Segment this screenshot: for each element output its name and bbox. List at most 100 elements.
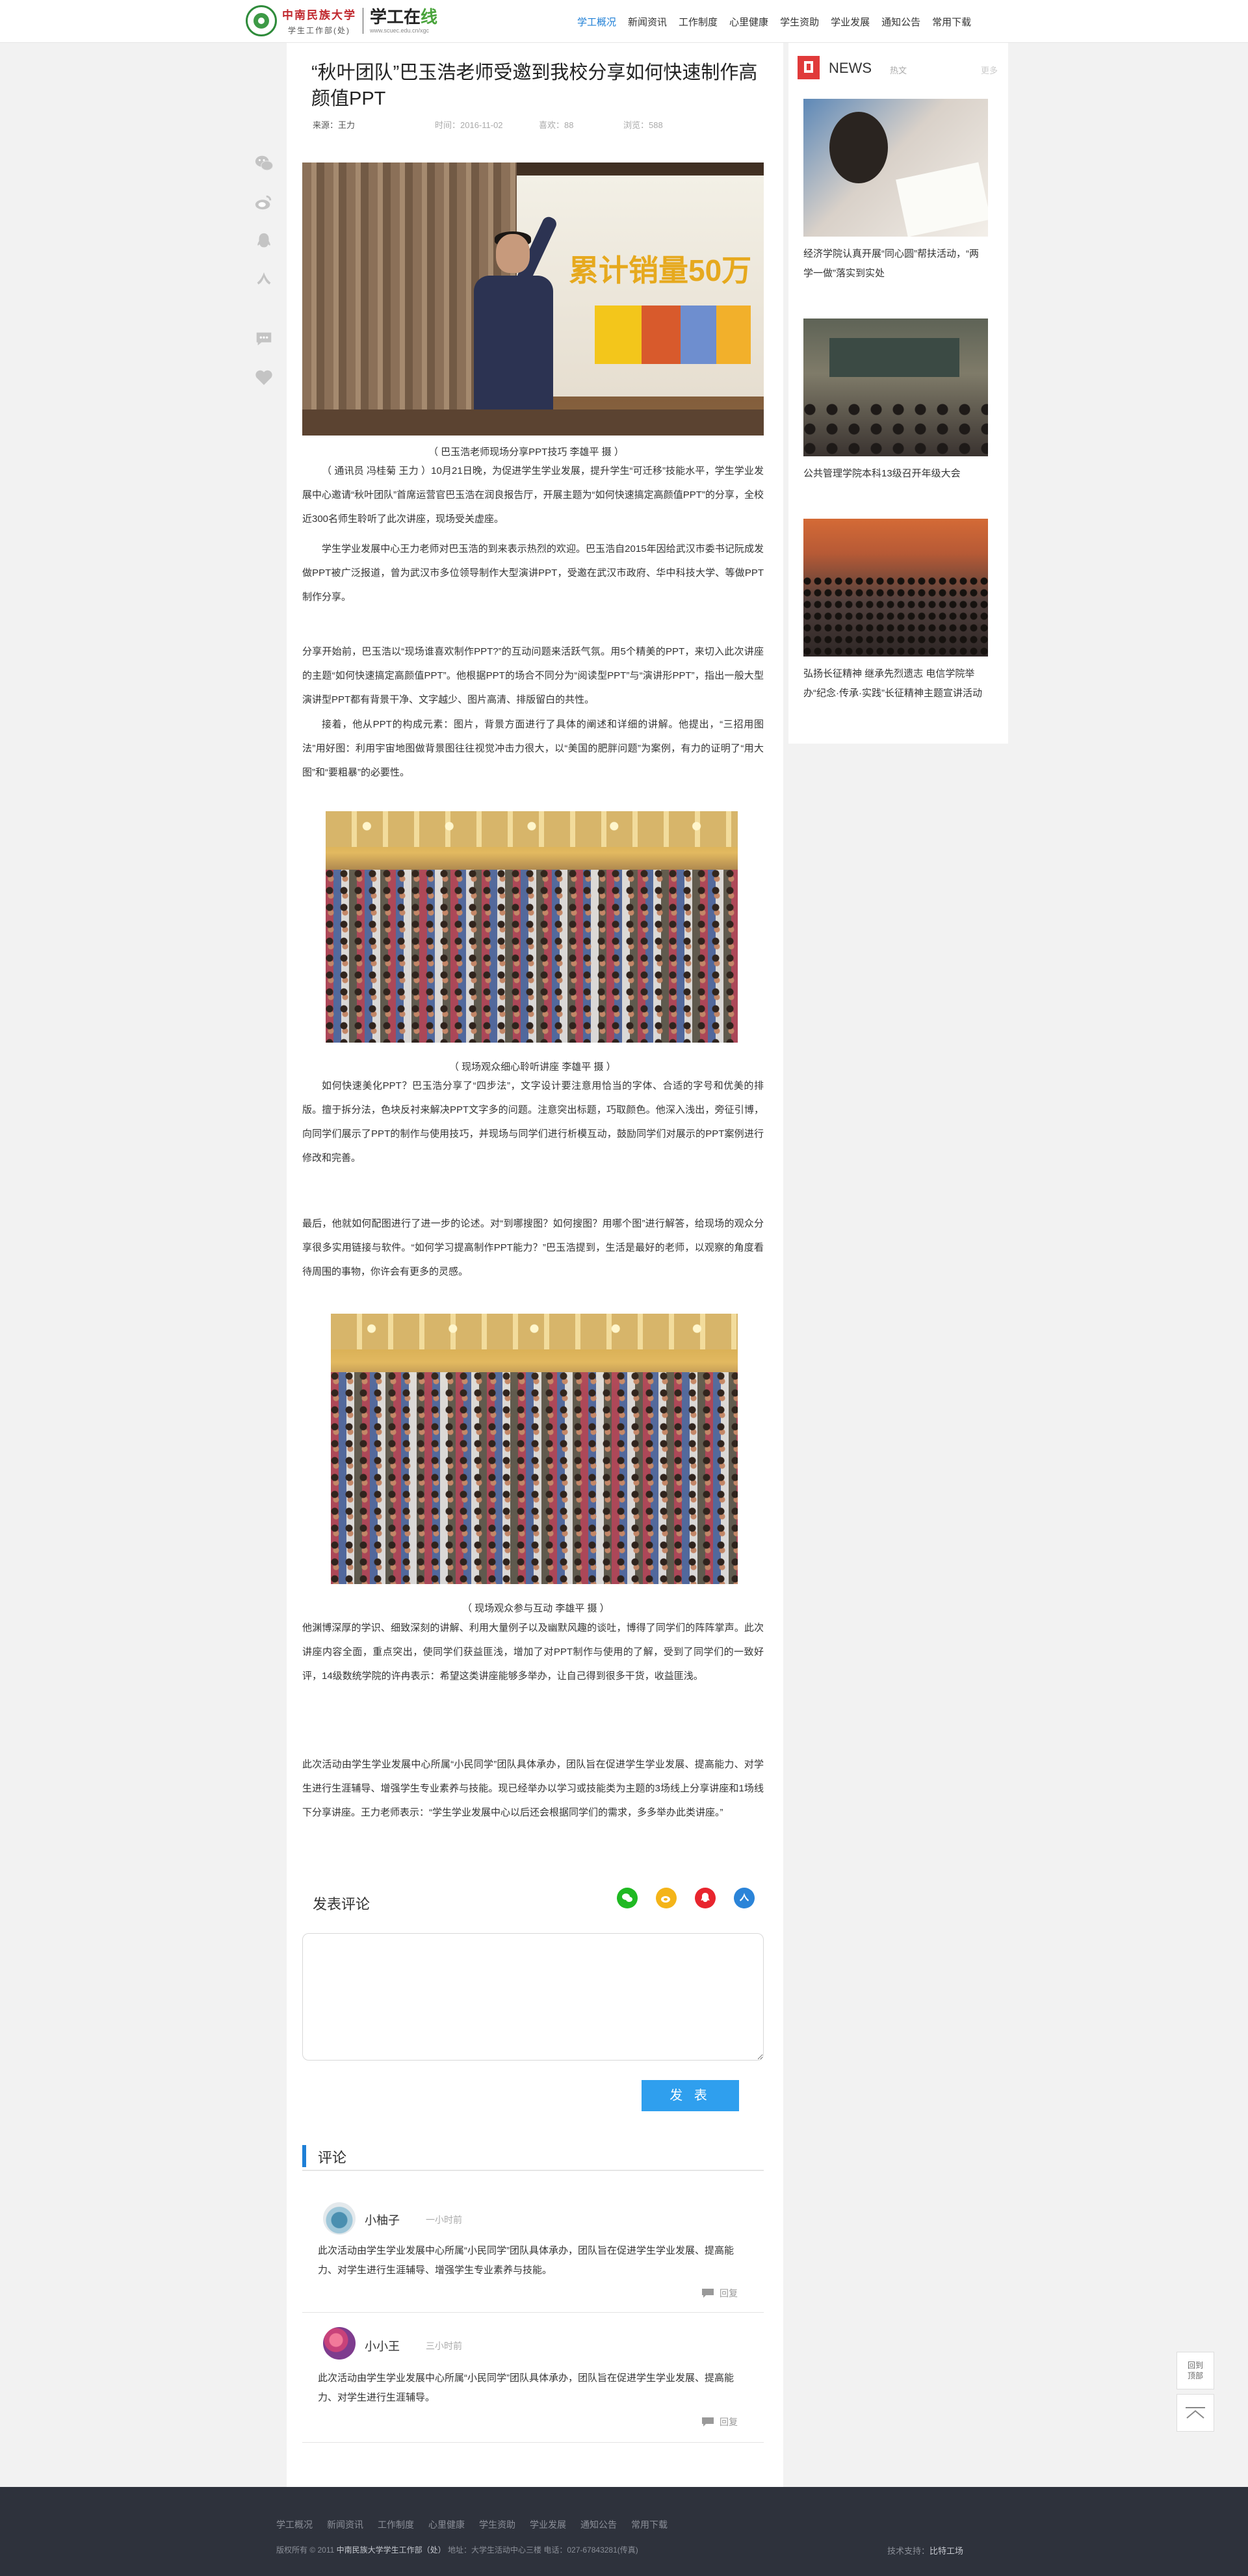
comment-textarea[interactable]: [302, 1933, 764, 2061]
audience-crowd: [331, 1372, 738, 1584]
arrow-up-icon: [1186, 2407, 1205, 2419]
sidebar-subtitle: 热文: [890, 66, 907, 75]
back-to-top-button[interactable]: [1176, 2394, 1214, 2432]
heart-icon[interactable]: [248, 361, 280, 394]
sidebar-title: NEWS: [829, 60, 872, 76]
site-footer: 学工概况 新闻资讯 工作制度 心里健康 学生资助 学业发展 通知公告 常用下载 …: [0, 2487, 1248, 2576]
footer-nav-aid[interactable]: 学生资助: [479, 2518, 515, 2531]
comment-form-heading: 发表评论: [313, 1896, 370, 1912]
footer-nav-downloads[interactable]: 常用下载: [631, 2518, 668, 2531]
nav-item-notices[interactable]: 通知公告: [881, 15, 920, 29]
university-name: 中南民族大学: [282, 9, 356, 22]
reply-icon: [702, 2417, 714, 2426]
audience-photo-2: [331, 1314, 738, 1584]
weibo-icon[interactable]: [248, 186, 280, 218]
speaker-figure: [465, 215, 562, 436]
nav-item-rules[interactable]: 工作制度: [679, 15, 718, 29]
footer-nav-overview[interactable]: 学工概况: [276, 2518, 313, 2531]
renren-icon[interactable]: [248, 264, 280, 296]
nav-item-development[interactable]: 学业发展: [831, 15, 870, 29]
article-container: “秋叶团队”巴玉浩老师受邀到我校分享如何快速制作高颜值PPT 来源：王力 时间：…: [287, 43, 783, 2487]
nav-item-overview[interactable]: 学工概况: [577, 15, 616, 29]
article-title: “秋叶团队”巴玉浩老师受邀到我校分享如何快速制作高颜值PPT: [311, 62, 758, 109]
wechat-icon[interactable]: [248, 147, 280, 179]
submit-comment-button[interactable]: 发 表: [642, 2080, 739, 2111]
screen-headline: 累计销量50万: [569, 254, 752, 287]
news-caption: 弘扬长征精神 继承先烈遗志 电信学院举办“纪念·传承·实践”长征精神主题宣讲活动: [803, 668, 982, 699]
sidebar-header: NEWS 热文 更多: [798, 56, 999, 79]
comments-heading: 评论: [318, 2150, 347, 2166]
footer-nav-news[interactable]: 新闻资讯: [327, 2518, 363, 2531]
footer-tech-support: 技术支持：比特工场: [887, 2544, 963, 2556]
reply-button[interactable]: 回复: [701, 2415, 738, 2428]
footer-nav: 学工概况 新闻资讯 工作制度 心里健康 学生资助 学业发展 通知公告 常用下载: [276, 2518, 682, 2531]
speaker-photo: 累计销量50万: [302, 163, 764, 436]
sidebar-news-item[interactable]: 弘扬长征精神 继承先烈遗志 电信学院举办“纪念·传承·实践”长征精神主题宣讲活动: [803, 519, 988, 703]
university-name-block: 中南民族大学 学生工作部(处): [282, 6, 356, 36]
footer-copyright: 版权所有 © 2011 中南民族大学学生工作部（处） 地址：大学生活动中心三楼 …: [276, 2544, 638, 2555]
sidebar-more-link[interactable]: 更多: [981, 64, 998, 76]
comment-author[interactable]: 小小王: [365, 2337, 400, 2354]
comment-time: 一小时前: [426, 2215, 462, 2225]
paragraph-6: 最后，他就如何配图进行了进一步的论述。对“到哪搜图？如何搜图？用哪个图”进行解答…: [302, 1218, 764, 1277]
article-source: 来源：王力: [313, 120, 356, 130]
wechat-share-icon[interactable]: [617, 1888, 638, 1908]
sidebar-news-item[interactable]: 公共管理学院本科13级召开年级大会: [803, 319, 988, 484]
avatar[interactable]: [323, 2327, 356, 2360]
comment-author[interactable]: 小柚子: [365, 2211, 400, 2228]
paragraph-1: （ 通讯员 冯桂菊 王力 ）10月21日晚，为促进学生学业发展，提升学生“可迁移…: [302, 465, 764, 525]
top-header: 中南民族大学 学生工作部(处) 学工在线 www.scuec.edu.cn/xg…: [0, 0, 1248, 43]
copyright-address: 地址：大学生活动中心三楼 电话：027-67843281(传真): [448, 2545, 638, 2555]
comments-heading-bar: 评论: [302, 2141, 764, 2171]
university-seal-icon: [246, 5, 277, 36]
weibo-share-icon[interactable]: [656, 1888, 677, 1908]
brand-accent-text: 线: [421, 7, 438, 27]
avatar[interactable]: [323, 2202, 356, 2235]
article-likes: 喜欢：88: [539, 120, 574, 130]
tech-support-org[interactable]: 比特工场: [930, 2546, 963, 2556]
paragraph-5: 如何快速美化PPT？巴玉浩分享了“四步法”，文字设计要注意用恰当的字体、合适的字…: [302, 1080, 764, 1164]
nav-item-news[interactable]: 新闻资讯: [628, 15, 667, 29]
tech-support-label: 技术支持：: [887, 2546, 930, 2556]
comment-icon[interactable]: [248, 322, 280, 355]
copyright-org: 中南民族大学学生工作部（处）: [336, 2545, 446, 2555]
hall-lights: [331, 1319, 738, 1338]
audience-photo-1: [326, 811, 738, 1043]
article-views: 浏览：588: [623, 120, 663, 130]
photo-caption-1: （ 巴玉浩老师现场分享PPT技巧 李雄平 摄 ）: [428, 447, 624, 458]
speaker-head: [496, 234, 530, 273]
brand-url: www.scuec.edu.cn/xgc: [370, 27, 430, 34]
nav-item-downloads[interactable]: 常用下载: [932, 15, 971, 29]
footer-nav-development[interactable]: 学业发展: [530, 2518, 566, 2531]
footer-nav-health[interactable]: 心里健康: [428, 2518, 465, 2531]
reply-label: 回复: [720, 2288, 738, 2298]
qq-share-icon[interactable]: [695, 1888, 716, 1908]
back-to-top-text-button[interactable]: 回到 顶部: [1176, 2352, 1214, 2389]
brand-title: 学工在线: [370, 8, 437, 26]
comment-time: 三小时前: [426, 2341, 462, 2351]
news-icon: [798, 56, 820, 79]
comment-share-icons: [599, 1888, 755, 1908]
news-caption: 经济学院认真开展“同心圆”帮扶活动，“两学一做”落实到实处: [803, 248, 979, 279]
main-nav: 学工概况 新闻资讯 工作制度 心里健康 学生资助 学业发展 通知公告 常用下载: [577, 0, 983, 43]
screen-books: [595, 306, 751, 364]
nav-item-aid[interactable]: 学生资助: [780, 15, 819, 29]
comment-text: 此次活动由学生学业发展中心所属“小民同学”团队具体承办，团队旨在促进学生学业发展…: [318, 2245, 734, 2276]
brand-block: 学工在线 www.scuec.edu.cn/xgc: [370, 8, 437, 34]
news-caption: 公共管理学院本科13级召开年级大会: [803, 468, 961, 479]
sidebar-news-item[interactable]: 经济学院认真开展“同心圆”帮扶活动，“两学一做”落实到实处: [803, 99, 988, 283]
paragraph-3: 分享开始前，巴玉浩以“现场谁喜欢制作PPT?”的互动问题来活跃气氛。用5个精美的…: [302, 646, 764, 705]
audience-crowd: [326, 870, 738, 1043]
news-sidebar: NEWS 热文 更多 经济学院认真开展“同心圆”帮扶活动，“两学一做”落实到实处…: [788, 43, 1008, 744]
nav-item-health[interactable]: 心里健康: [729, 15, 768, 29]
site-logo[interactable]: 中南民族大学 学生工作部(处) 学工在线 www.scuec.edu.cn/xg…: [246, 4, 437, 38]
paragraph-4: 接着，他从PPT的构成元素：图片，背景方面进行了具体的阐述和详细的讲解。他提出，…: [302, 719, 764, 778]
footer-nav-notices[interactable]: 通知公告: [580, 2518, 617, 2531]
article-time: 时间：2016-11-02: [435, 120, 503, 130]
qq-icon[interactable]: [248, 225, 280, 257]
reply-button[interactable]: 回复: [701, 2287, 738, 2300]
photo-caption-3: （ 现场观众参与互动 李雄平 摄 ）: [462, 1603, 610, 1614]
department-name: 学生工作部(处): [288, 26, 350, 35]
renren-share-icon[interactable]: [734, 1888, 755, 1908]
footer-nav-rules[interactable]: 工作制度: [378, 2518, 414, 2531]
